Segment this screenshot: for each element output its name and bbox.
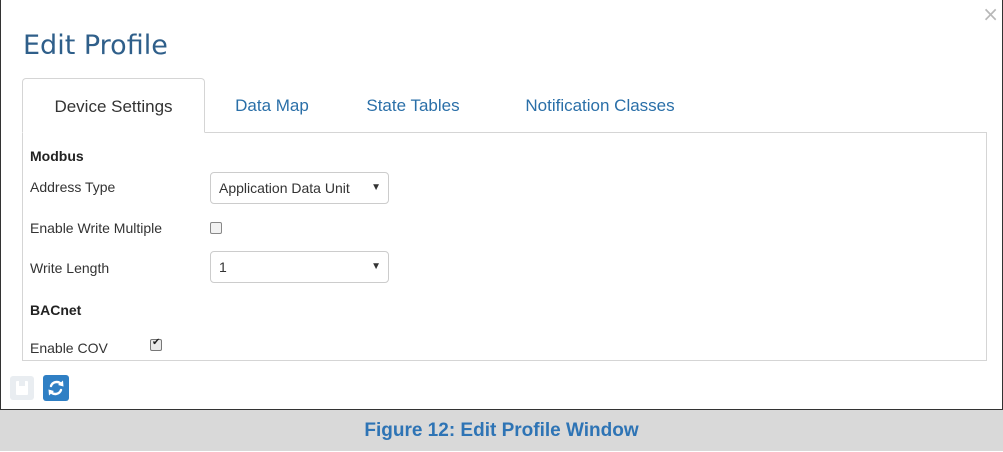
- enable-write-multiple-label: Enable Write Multiple: [30, 220, 163, 236]
- close-icon[interactable]: ×: [982, 4, 999, 24]
- address-type-label: Address Type: [30, 179, 116, 195]
- tab-data-map[interactable]: Data Map: [217, 78, 327, 133]
- address-type-value: Application Data Unit: [219, 180, 350, 196]
- save-icon: [16, 381, 28, 395]
- chevron-down-icon: ▼: [371, 182, 381, 193]
- write-length-value: 1: [219, 259, 227, 275]
- tab-device-settings[interactable]: Device Settings: [22, 78, 205, 133]
- write-length-label: Write Length: [30, 260, 110, 276]
- chevron-down-icon: ▼: [371, 261, 381, 272]
- device-settings-panel: Modbus Address Type Application Data Uni…: [22, 132, 987, 361]
- bacnet-section-title: BACnet: [30, 302, 82, 318]
- tab-notification-classes[interactable]: Notification Classes: [500, 78, 700, 133]
- save-button[interactable]: [10, 376, 34, 400]
- tab-state-tables[interactable]: State Tables: [338, 78, 488, 133]
- enable-cov-label: Enable COV: [30, 340, 108, 356]
- enable-write-multiple-checkbox[interactable]: [210, 222, 222, 234]
- write-length-select[interactable]: 1 ▼: [210, 251, 389, 283]
- tab-bar: Device Settings Data Map State Tables No…: [22, 78, 987, 133]
- address-type-select[interactable]: Application Data Unit ▼: [210, 172, 389, 204]
- enable-cov-checkbox[interactable]: [150, 337, 162, 351]
- figure-caption: Figure 12: Edit Profile Window: [0, 409, 1003, 451]
- dialog-title: Edit Profile: [23, 30, 168, 61]
- modbus-section-title: Modbus: [30, 148, 84, 164]
- refresh-button[interactable]: [43, 375, 69, 401]
- refresh-icon: [48, 380, 64, 396]
